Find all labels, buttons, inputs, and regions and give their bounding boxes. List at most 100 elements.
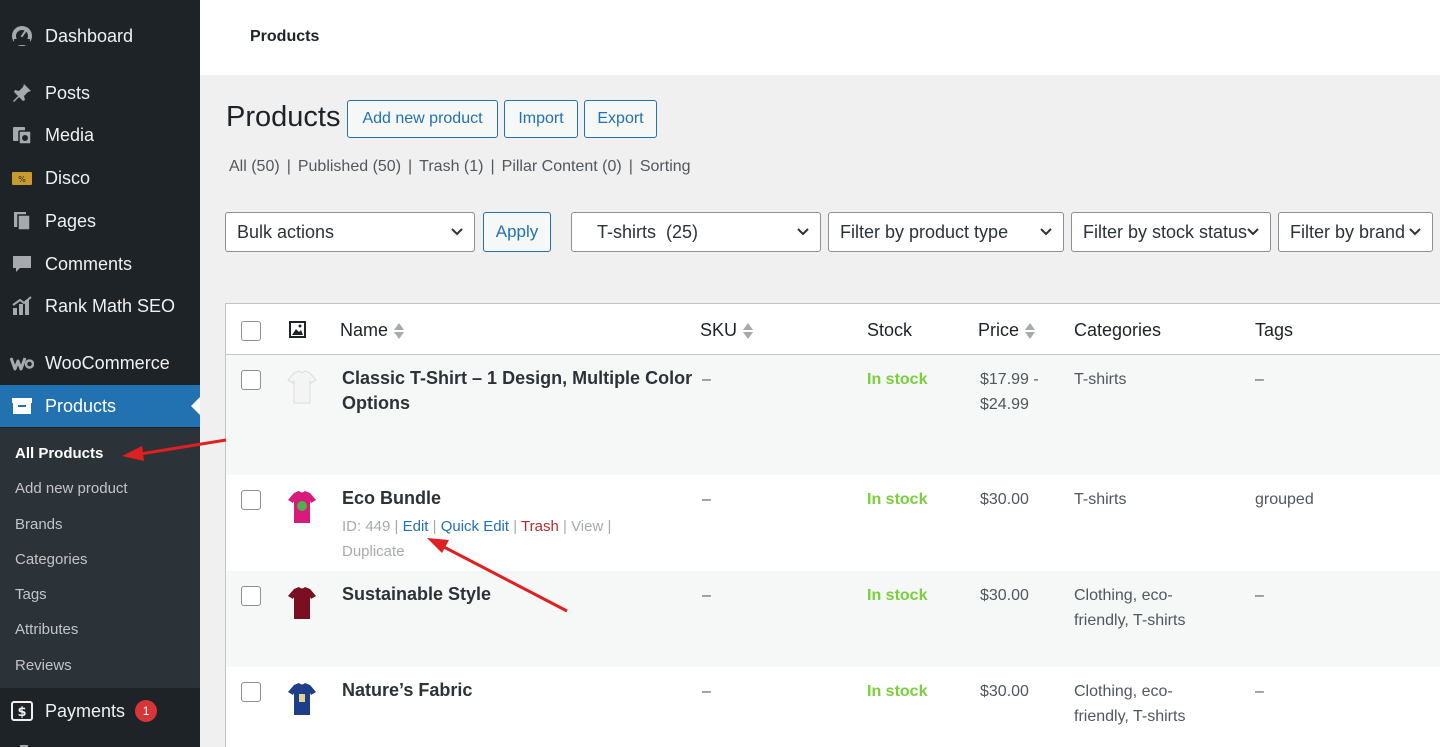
column-name[interactable]: Name [340, 320, 405, 341]
sku-value: – [702, 683, 711, 700]
header-title: Products [250, 28, 320, 45]
row-checkbox[interactable] [241, 370, 261, 390]
woo-icon [10, 351, 34, 375]
select-value: Filter by stock status [1083, 221, 1248, 242]
menu-woocommerce[interactable]: WooCommerce [0, 342, 200, 384]
stock-status: In stock [867, 587, 928, 604]
column-label: SKU [700, 320, 738, 340]
category-link[interactable]: T-shirts [1074, 367, 1126, 392]
view-published[interactable]: Published (50) [298, 158, 401, 175]
category-line: friendly, T-shirts [1074, 708, 1186, 725]
pages-icon [10, 209, 34, 233]
sku-value: – [702, 371, 711, 388]
category-filter-select[interactable]: T-shirts (25) [571, 212, 821, 252]
trash-link[interactable]: Trash [521, 518, 559, 535]
menu-label: WooCommerce [45, 352, 170, 373]
submenu-add-new-product[interactable]: Add new product [15, 480, 128, 497]
duplicate-link[interactable]: Duplicate [342, 543, 405, 560]
menu-label: Comments [45, 253, 133, 274]
product-type-filter-select[interactable]: Filter by product type [828, 212, 1064, 252]
edit-link[interactable]: Edit [403, 518, 429, 535]
column-price[interactable]: Price [978, 320, 1036, 341]
menu-label: Posts [45, 82, 91, 103]
product-thumbnail[interactable] [282, 679, 322, 719]
stock-status-filter-select[interactable]: Filter by stock status [1071, 212, 1271, 252]
column-label: Tags [1255, 320, 1294, 340]
product-thumbnail[interactable] [282, 367, 322, 407]
menu-rank-math[interactable]: Rank Math SEO [0, 285, 200, 327]
view-sorting[interactable]: Sorting [640, 158, 691, 175]
menu-label: Pages [45, 210, 97, 231]
column-categories: Categories [1074, 320, 1161, 341]
menu-pages[interactable]: Pages [0, 200, 200, 242]
row-checkbox[interactable] [241, 682, 261, 702]
row-checkbox[interactable] [241, 586, 261, 606]
table-row: Nature’s Fabric – In stock $30.00 Clothi… [226, 667, 1440, 747]
column-label: Name [340, 320, 389, 340]
row-checkbox[interactable] [241, 490, 261, 510]
menu-comments[interactable]: Comments [0, 243, 200, 285]
view-link[interactable]: View [571, 518, 603, 535]
view-trash[interactable]: Trash (1) [419, 158, 483, 175]
select-value: Filter by product type [840, 221, 1009, 242]
category-links[interactable]: Clothing, eco-friendly, T-shirts [1074, 583, 1185, 633]
admin-sidebar: Dashboard Posts Media % Disco Pages Comm… [0, 0, 200, 747]
stock-status: In stock [867, 683, 928, 700]
bulk-actions-select[interactable]: Bulk actions [225, 212, 475, 252]
category-links[interactable]: Clothing, eco-friendly, T-shirts [1074, 679, 1185, 729]
column-tags: Tags [1255, 320, 1293, 341]
sku-value: – [702, 491, 711, 508]
submenu-categories[interactable]: Categories [15, 551, 88, 568]
sort-icon [394, 322, 405, 339]
image-column-icon [289, 321, 306, 343]
price-value: $30.00 [980, 587, 1029, 604]
product-thumbnail[interactable] [282, 487, 322, 527]
menu-dashboard[interactable]: Dashboard [0, 15, 200, 57]
next-menu-icon [14, 738, 34, 747]
select-all-checkbox[interactable] [241, 321, 261, 341]
brand-filter-select[interactable]: Filter by brand [1278, 212, 1433, 252]
pin-icon [10, 81, 34, 105]
submenu-tags[interactable]: Tags [15, 586, 47, 603]
chevron-down-icon [797, 228, 809, 236]
import-button[interactable]: Import [504, 100, 578, 138]
add-new-product-button[interactable]: Add new product [347, 100, 498, 138]
view-all[interactable]: All (50) [229, 158, 280, 175]
product-thumbnail[interactable] [282, 583, 322, 623]
product-name[interactable]: Sustainable Style [342, 582, 491, 607]
sku-value: – [702, 587, 711, 604]
column-sku[interactable]: SKU [700, 320, 754, 341]
menu-media[interactable]: Media [0, 114, 200, 156]
chart-icon [10, 294, 34, 318]
sort-icon [1025, 322, 1036, 339]
column-stock: Stock [867, 320, 912, 341]
product-name-line: Options [342, 393, 410, 413]
chevron-down-icon [451, 228, 463, 236]
disco-icon: % [10, 166, 34, 190]
menu-payments[interactable]: $ Payments 1 [0, 690, 200, 732]
menu-posts[interactable]: Posts [0, 72, 200, 114]
view-pillar-content[interactable]: Pillar Content (0) [502, 158, 622, 175]
export-button[interactable]: Export [584, 100, 657, 138]
menu-disco[interactable]: % Disco [0, 157, 200, 199]
menu-label: Payments [45, 700, 126, 721]
product-name[interactable]: Nature’s Fabric [342, 678, 472, 703]
submenu-all-products[interactable]: All Products [15, 445, 103, 462]
svg-text:$: $ [17, 705, 26, 720]
apply-button[interactable]: Apply [483, 212, 551, 252]
submenu-reviews[interactable]: Reviews [15, 657, 72, 674]
product-name[interactable]: Classic T-Shirt – 1 Design, Multiple Col… [342, 366, 692, 416]
menu-label: Disco [45, 167, 91, 188]
submenu-attributes[interactable]: Attributes [15, 621, 78, 638]
tags-value[interactable]: grouped [1255, 487, 1314, 512]
product-name[interactable]: Eco Bundle [342, 486, 441, 511]
table-row: Sustainable Style – In stock $30.00 Clot… [226, 571, 1440, 667]
row-actions: ID: 449 | Edit | Quick Edit | Trash | Vi… [342, 518, 612, 560]
menu-products[interactable]: Products [0, 385, 200, 427]
stock-status: In stock [867, 491, 928, 508]
category-link[interactable]: T-shirts [1074, 487, 1126, 512]
category-line: friendly, T-shirts [1074, 612, 1186, 629]
submenu-brands[interactable]: Brands [15, 516, 63, 533]
quick-edit-link[interactable]: Quick Edit [441, 518, 509, 535]
menu-label: Dashboard [45, 25, 134, 46]
